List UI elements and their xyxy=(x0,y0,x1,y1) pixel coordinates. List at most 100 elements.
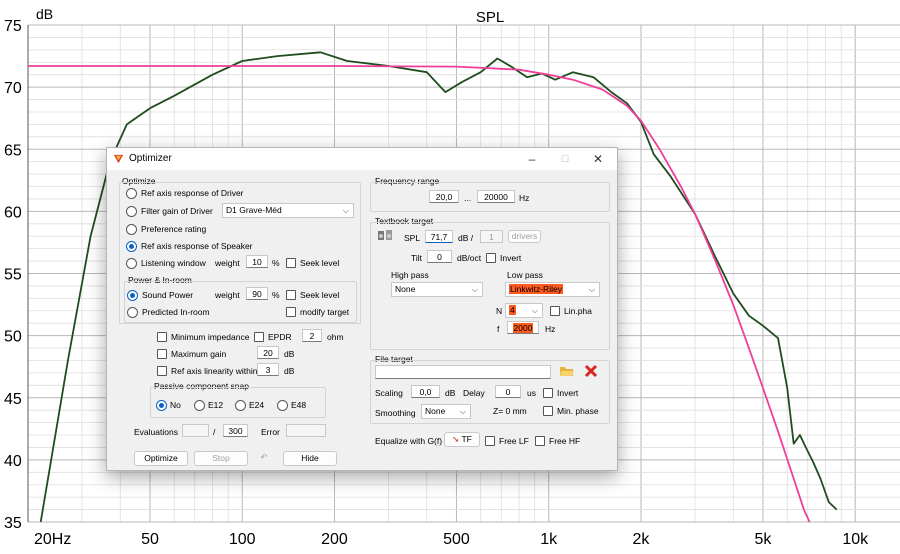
minimize-button[interactable]: – xyxy=(518,150,546,168)
undo-button[interactable]: ↶ xyxy=(254,451,274,466)
min-impedance-checkbox[interactable] xyxy=(157,332,167,342)
clear-icon[interactable] xyxy=(584,364,598,378)
free-lf-checkbox[interactable] xyxy=(485,436,495,446)
freq-high-input[interactable]: 20000 xyxy=(477,190,515,203)
label-ref-speaker: Ref axis response of Speaker xyxy=(141,241,253,251)
ohm-label: ohm xyxy=(327,332,344,342)
db-per-label: dB / xyxy=(458,233,474,243)
folder-open-icon[interactable] xyxy=(559,364,575,378)
listening-weight-label: weight xyxy=(215,258,240,268)
seek-level-checkbox-2[interactable] xyxy=(286,290,296,300)
label-listening: Listening window xyxy=(141,258,206,268)
file-invert-checkbox[interactable] xyxy=(543,388,553,398)
delay-label: Delay xyxy=(463,388,485,398)
radio-snap-e24[interactable] xyxy=(235,400,246,411)
x-tick-label: 5k xyxy=(754,531,772,548)
linearity-checkbox[interactable] xyxy=(157,366,167,376)
seek-level-label: Seek level xyxy=(300,258,340,268)
percent-label: % xyxy=(272,258,280,268)
optimize-button[interactable]: Optimize xyxy=(134,451,188,466)
hide-button[interactable]: Hide xyxy=(283,451,337,466)
invert-checkbox[interactable] xyxy=(486,253,496,263)
seek-level-checkbox[interactable] xyxy=(286,258,296,268)
max-gain-label: Maximum gain xyxy=(171,349,227,359)
evaluations-count-field xyxy=(182,424,209,437)
evaluations-label: Evaluations xyxy=(134,427,178,437)
radio-preference[interactable] xyxy=(126,224,137,235)
maximize-button[interactable]: ☐ xyxy=(551,150,579,168)
radio-ref-speaker[interactable] xyxy=(126,241,137,252)
linearity-label: Ref axis linearity within xyxy=(171,366,258,376)
lin-pha-checkbox[interactable] xyxy=(550,306,560,316)
stop-button[interactable]: Stop xyxy=(194,451,248,466)
max-gain-input[interactable]: 20 xyxy=(257,346,279,359)
x-tick-label: 200 xyxy=(321,531,348,548)
radio-filter-gain[interactable] xyxy=(126,206,137,217)
freq-low-input[interactable]: 20,0 xyxy=(429,190,459,203)
radio-snap-no[interactable] xyxy=(156,400,167,411)
snap-e12-label: E12 xyxy=(208,400,224,410)
low-pass-label: Low pass xyxy=(507,270,543,280)
smoothing-select[interactable]: None ⌵ xyxy=(421,404,471,419)
close-button[interactable]: ✕ xyxy=(584,150,612,168)
high-pass-value: None xyxy=(395,284,416,294)
y-tick-label: 70 xyxy=(4,80,22,97)
delay-input[interactable]: 0 xyxy=(495,385,521,398)
file-path-input[interactable] xyxy=(375,365,551,379)
drivers-button[interactable]: drivers xyxy=(508,230,541,243)
y-axis-unit: dB xyxy=(36,6,53,22)
spl-input[interactable]: 71,7 xyxy=(425,230,453,243)
modify-target-checkbox[interactable] xyxy=(286,307,296,317)
invert-label: Invert xyxy=(500,253,522,263)
epdr-checkbox[interactable] xyxy=(254,332,264,342)
y-tick-label: 55 xyxy=(4,267,22,284)
high-pass-select[interactable]: None ⌵ xyxy=(391,282,483,297)
crossover-freq-input[interactable]: 2000 xyxy=(507,321,539,334)
low-pass-select[interactable]: Linkwitz-Riley ⌵ xyxy=(505,282,600,297)
z-label: Z= 0 mm xyxy=(493,406,527,416)
radio-snap-e12[interactable] xyxy=(194,400,205,411)
driver-select[interactable]: D1 Grave-Méd ⌵ xyxy=(222,203,354,218)
linearity-input[interactable]: 3 xyxy=(257,363,279,376)
snap-e24-label: E24 xyxy=(249,400,265,410)
listening-weight-input[interactable]: 10 xyxy=(246,255,268,268)
tf-button[interactable]: ➘ TF xyxy=(444,432,480,447)
label-predicted: Predicted In-room xyxy=(142,307,210,317)
evaluations-total-input[interactable]: 300 xyxy=(223,424,248,437)
x-tick-label: 2k xyxy=(633,531,651,548)
x-tick-label: 10k xyxy=(842,531,869,548)
chart-title: SPL xyxy=(476,9,504,26)
y-tick-label: 35 xyxy=(4,515,22,532)
sound-power-weight-label: weight xyxy=(215,290,240,300)
eval-slash: / xyxy=(213,427,216,437)
file-invert-label: Invert xyxy=(557,388,579,398)
free-hf-checkbox[interactable] xyxy=(535,436,545,446)
radio-ref-driver[interactable] xyxy=(126,188,137,199)
n-label: N xyxy=(496,306,503,316)
radio-listening[interactable] xyxy=(126,258,137,269)
order-select[interactable]: 4 ⌵ xyxy=(505,303,543,318)
drivers-count-input[interactable]: 1 xyxy=(480,230,503,243)
db-label-gain: dB xyxy=(284,349,295,359)
modify-target-label: modify target xyxy=(300,307,350,317)
x-tick-label: 50 xyxy=(141,531,159,548)
radio-snap-e48[interactable] xyxy=(277,400,288,411)
snap-no-label: No xyxy=(170,400,181,410)
max-gain-checkbox[interactable] xyxy=(157,349,167,359)
label-preference: Preference rating xyxy=(141,224,207,234)
epdr-input[interactable]: 2 xyxy=(302,329,322,342)
chevron-down-icon: ⌵ xyxy=(471,285,478,294)
free-hf-label: Free HF xyxy=(549,436,581,446)
driver-select-value: D1 Grave-Méd xyxy=(226,205,282,215)
low-pass-value: Linkwitz-Riley xyxy=(509,284,563,294)
radio-predicted[interactable] xyxy=(127,307,138,318)
lin-pha-label: Lin.pha xyxy=(564,306,592,316)
scaling-input[interactable]: 0,0 xyxy=(411,385,440,398)
radio-sound-power[interactable] xyxy=(127,290,138,301)
tilt-input[interactable]: 0 xyxy=(427,250,452,263)
chevron-down-icon: ⌵ xyxy=(531,306,538,315)
tf-button-label: TF xyxy=(461,434,472,444)
sound-power-weight-input[interactable]: 90 xyxy=(246,287,268,300)
order-value: 4 xyxy=(509,305,516,315)
min-phase-checkbox[interactable] xyxy=(543,406,553,416)
